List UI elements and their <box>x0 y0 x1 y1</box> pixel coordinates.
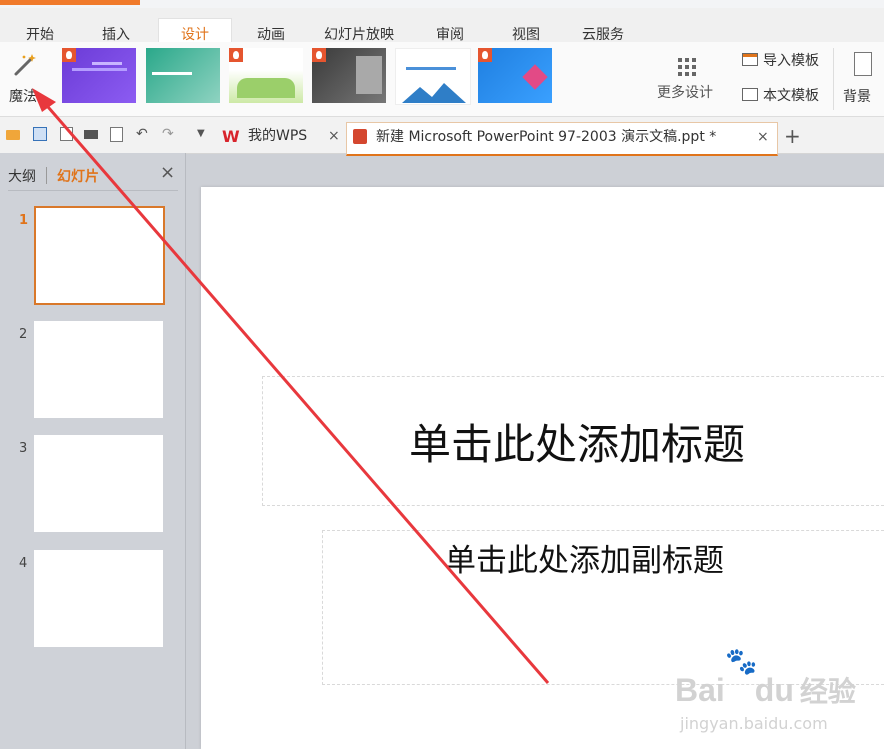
watermark-brand-cn: 经验 <box>799 676 856 707</box>
watermark-url: jingyan.baidu.com <box>680 714 828 733</box>
baidu-watermark: Bai 🐾 du 经验 jingyan.baidu.com <box>675 646 875 740</box>
watermark-brand-2: du <box>754 672 794 708</box>
annotation-arrow-icon <box>32 88 550 684</box>
paw-icon: 🐾 <box>725 646 758 676</box>
watermark-brand: Bai <box>675 672 725 708</box>
